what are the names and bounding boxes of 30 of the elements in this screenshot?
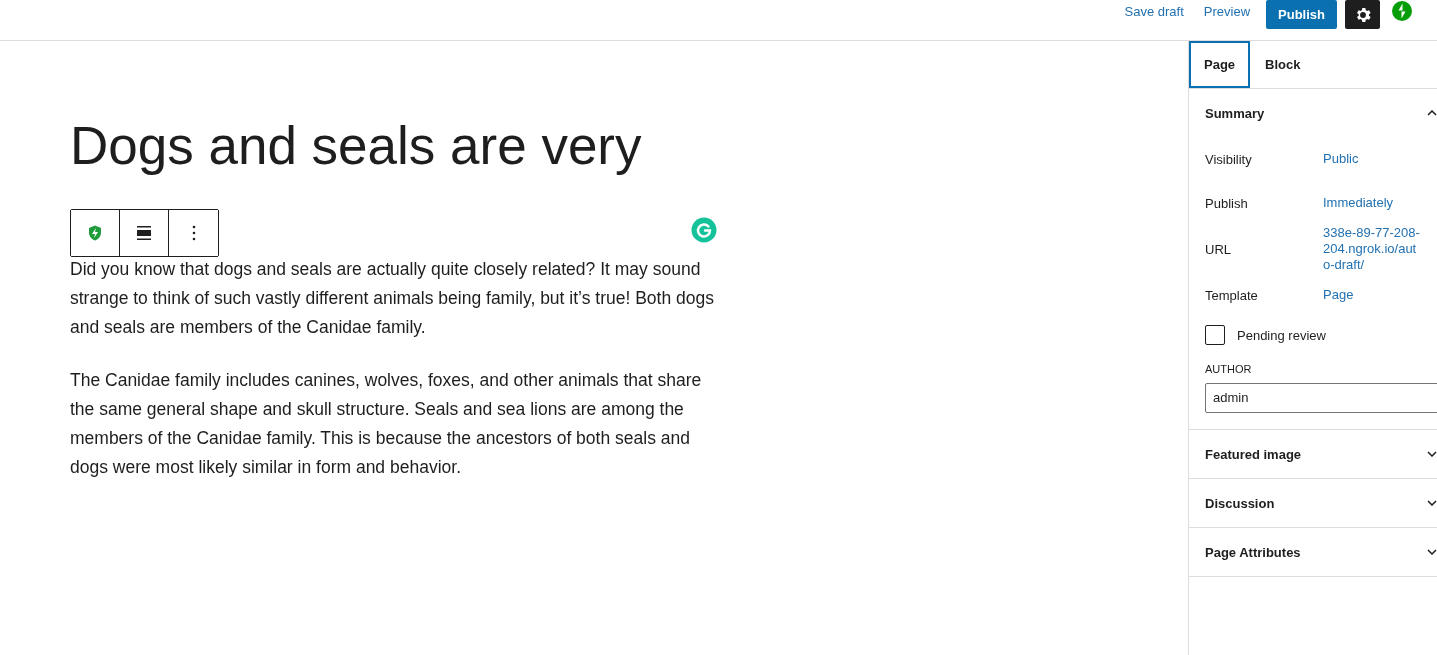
chevron-down-icon[interactable]: [1427, 451, 1437, 457]
field-value-link[interactable]: Page: [1323, 287, 1421, 303]
author-select[interactable]: admin: [1205, 383, 1437, 413]
bolt-icon[interactable]: [1391, 0, 1413, 22]
paragraph[interactable]: Did you know that dogs and seals are actually quite closely related? It may sound strange to think of such vastly different animals being family, but it’s true! Both dogs and seals are members of the Canidae family.: [70, 255, 720, 342]
field-label: Visibility: [1205, 151, 1253, 167]
paragraph[interactable]: The Canidae family includes canines, wolves, foxes, and other animals that share the same general shape and skull structure. Seals and sea lions are among the members of the Canidae family. This is because the ancestors of both seals and dogs were most likely similar in form and behavior.: [70, 366, 720, 482]
field-value-link[interactable]: Public: [1323, 151, 1421, 167]
shield-button[interactable]: [71, 210, 120, 256]
chevron-down-icon[interactable]: [1427, 549, 1437, 555]
shield-icon: [86, 224, 104, 242]
sidebar-tab[interactable]: Page: [1189, 41, 1251, 88]
field-value-link[interactable]: Immediately: [1323, 195, 1421, 211]
field-label: URL: [1205, 241, 1232, 257]
author-label: AUTHOR: [1205, 363, 1253, 375]
more-icon: [190, 224, 197, 242]
post-title[interactable]: Dogs and seals are very: [70, 113, 700, 245]
chevron-down-icon[interactable]: [1427, 500, 1437, 506]
field-label: Publish: [1205, 195, 1249, 211]
field-label: Template: [1205, 287, 1259, 303]
checkbox-label: Pending review: [1237, 327, 1326, 343]
grammar-check-icon[interactable]: [691, 217, 717, 243]
save-draft-link[interactable]: Save draft: [1114, 4, 1194, 20]
checkbox[interactable]: [1205, 325, 1225, 345]
field-value-link[interactable]: 338e-89-77-208-204.ngrok.io/auto-draft/: [1323, 225, 1421, 273]
chevron-up-icon[interactable]: [1427, 110, 1437, 116]
settings-button[interactable]: [1345, 0, 1380, 29]
publish-button[interactable]: Publish: [1266, 0, 1337, 29]
preview-link[interactable]: Preview: [1193, 4, 1261, 20]
align-icon: [135, 224, 153, 242]
